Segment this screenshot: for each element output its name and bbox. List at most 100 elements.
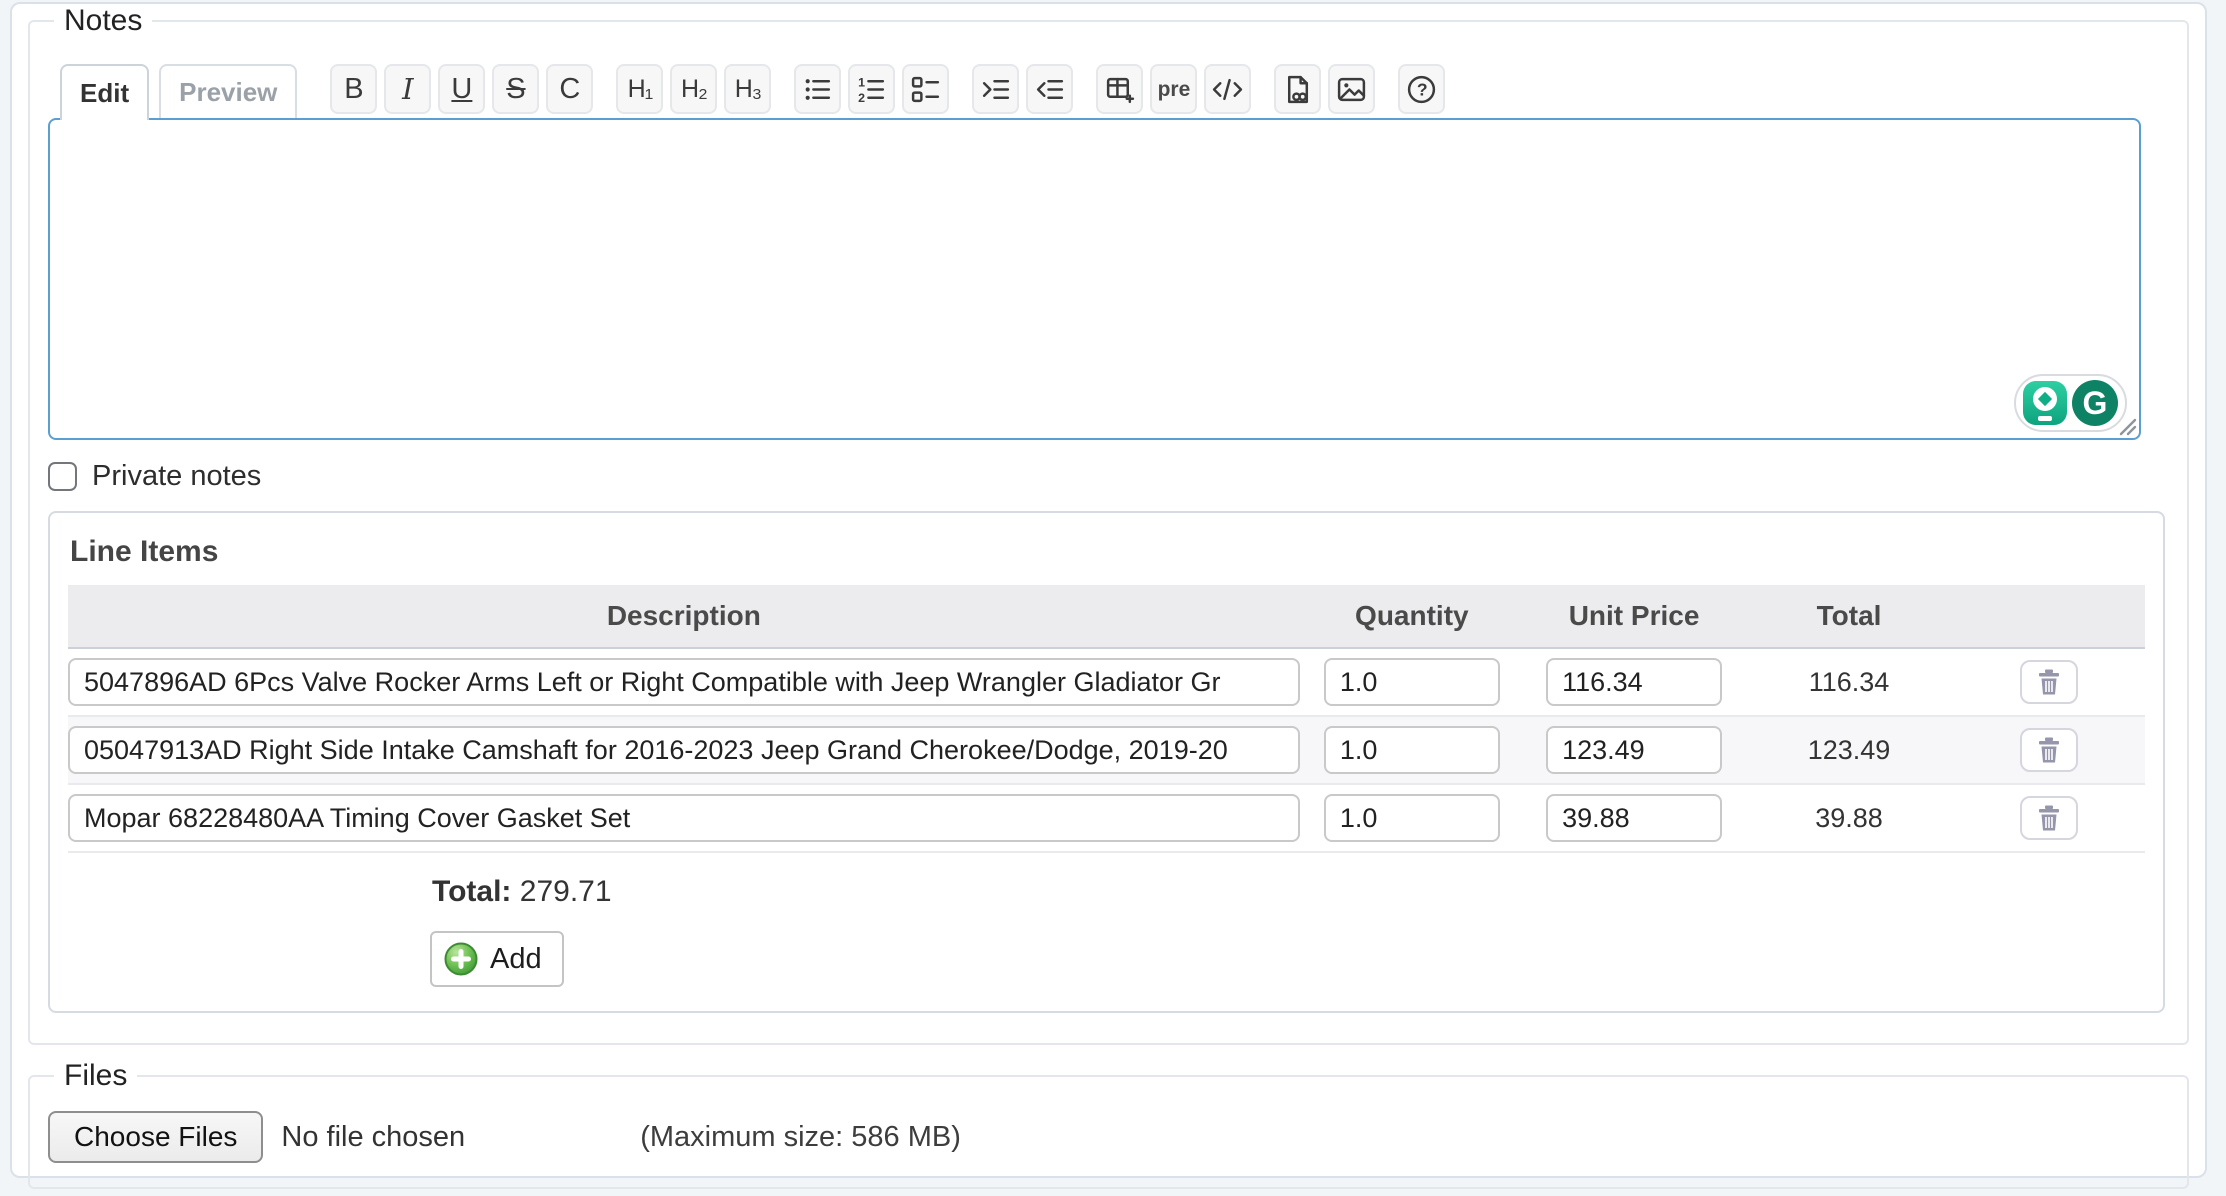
quantity-input[interactable] xyxy=(1324,794,1500,842)
line-item-row: 39.88 xyxy=(68,784,2145,852)
line-items-table: Description Quantity Unit Price Total 11… xyxy=(68,585,2145,853)
toolbar-group-help: ? xyxy=(1398,64,1445,114)
add-plus-icon xyxy=(443,941,479,977)
heading3-icon: H₃ xyxy=(735,77,761,102)
notes-textarea[interactable] xyxy=(50,120,2139,438)
trash-icon xyxy=(2036,668,2062,696)
help-icon: ? xyxy=(1406,74,1437,105)
description-input[interactable] xyxy=(68,794,1300,842)
unit-price-input[interactable] xyxy=(1546,658,1722,706)
heading2-icon: H₂ xyxy=(681,77,707,102)
line-items-total: Total: 279.71 xyxy=(432,875,2163,909)
delete-row-button[interactable] xyxy=(2020,728,2078,772)
add-line-item-button[interactable]: Add xyxy=(430,931,564,987)
quantity-input[interactable] xyxy=(1324,658,1500,706)
column-header-total: Total xyxy=(1744,585,1954,648)
strikethrough-button[interactable]: S xyxy=(492,64,539,114)
toolbar-group-lists: 1 2 xyxy=(794,64,949,114)
quantity-input[interactable] xyxy=(1324,726,1500,774)
svg-text:?: ? xyxy=(1417,79,1428,99)
inline-code-button[interactable]: C xyxy=(546,64,593,114)
ordered-list-icon: 1 2 xyxy=(856,74,887,105)
notes-legend: Notes xyxy=(54,4,152,38)
tab-preview[interactable]: Preview xyxy=(159,64,297,118)
unit-price-input[interactable] xyxy=(1546,726,1722,774)
line-item-row: 116.34 xyxy=(68,648,2145,716)
row-total: 39.88 xyxy=(1744,784,1954,852)
outdent-button[interactable] xyxy=(1026,64,1073,114)
preformatted-icon: pre xyxy=(1158,79,1191,100)
toolbar-group-blocks: pre xyxy=(1096,64,1251,114)
delete-row-button[interactable] xyxy=(2020,660,2078,704)
form-container: Notes Edit Preview B I U S C H₁ xyxy=(10,2,2207,1178)
total-label: Total: xyxy=(432,875,511,908)
italic-button[interactable]: I xyxy=(384,64,431,114)
editor-tab-bar: Edit Preview B I U S C H₁ H₂ H₃ xyxy=(60,64,2141,118)
column-header-unit-price: Unit Price xyxy=(1524,585,1744,648)
heading1-button[interactable]: H₁ xyxy=(616,64,663,114)
file-chosen-status: No file chosen xyxy=(281,1121,465,1154)
tab-edit[interactable]: Edit xyxy=(60,64,149,120)
max-size-hint: (Maximum size: 586 MB) xyxy=(640,1121,961,1154)
indent-icon xyxy=(980,74,1011,105)
file-upload-row: Choose Files No file chosen (Maximum siz… xyxy=(48,1111,2169,1163)
image-button[interactable] xyxy=(1328,64,1375,114)
resize-handle[interactable] xyxy=(2111,410,2137,436)
total-value: 279.71 xyxy=(520,875,612,908)
unit-price-input[interactable] xyxy=(1546,794,1722,842)
description-input[interactable] xyxy=(68,658,1300,706)
toolbar-group-text-style: B I U S C xyxy=(330,64,593,114)
row-total: 123.49 xyxy=(1744,716,1954,784)
outdent-icon xyxy=(1034,74,1065,105)
private-notes-row: Private notes xyxy=(48,460,2165,493)
underline-icon: U xyxy=(451,75,472,104)
svg-text:1: 1 xyxy=(858,75,865,89)
tab-edit-label: Edit xyxy=(80,78,129,109)
toolbar-group-headings: H₁ H₂ H₃ xyxy=(616,64,771,114)
help-button[interactable]: ? xyxy=(1398,64,1445,114)
preformatted-button[interactable]: pre xyxy=(1150,64,1197,114)
line-items-title: Line Items xyxy=(70,535,2163,569)
notes-editor-box: G xyxy=(48,118,2141,440)
column-header-description: Description xyxy=(68,585,1300,648)
files-legend: Files xyxy=(54,1059,137,1093)
notes-fieldset: Notes Edit Preview B I U S C H₁ xyxy=(28,4,2189,1045)
private-notes-checkbox[interactable] xyxy=(48,462,77,491)
row-total: 116.34 xyxy=(1744,648,1954,716)
bold-button[interactable]: B xyxy=(330,64,377,114)
files-fieldset: Files Choose Files No file chosen (Maxim… xyxy=(28,1059,2189,1189)
choose-files-button[interactable]: Choose Files xyxy=(48,1111,263,1163)
delete-row-button[interactable] xyxy=(2020,796,2078,840)
line-items-panel: Line Items Description Quantity Unit Pri… xyxy=(48,511,2165,1013)
description-input[interactable] xyxy=(68,726,1300,774)
task-list-button[interactable] xyxy=(902,64,949,114)
underline-button[interactable]: U xyxy=(438,64,485,114)
toolbar-group-media xyxy=(1274,64,1375,114)
insert-table-button[interactable] xyxy=(1096,64,1143,114)
tab-preview-label: Preview xyxy=(179,77,277,108)
ordered-list-button[interactable]: 1 2 xyxy=(848,64,895,114)
toolbar-group-indent xyxy=(972,64,1073,114)
add-button-label: Add xyxy=(490,943,542,976)
table-icon xyxy=(1104,74,1135,105)
svg-text:2: 2 xyxy=(858,90,865,104)
unordered-list-button[interactable] xyxy=(794,64,841,114)
grammarly-suggestions-icon[interactable] xyxy=(2023,381,2067,425)
link-document-icon xyxy=(1282,74,1313,105)
code-icon xyxy=(1212,74,1243,105)
heading3-button[interactable]: H₃ xyxy=(724,64,771,114)
line-item-row: 123.49 xyxy=(68,716,2145,784)
italic-icon: I xyxy=(402,75,413,104)
strikethrough-icon: S xyxy=(506,75,525,104)
code-block-button[interactable] xyxy=(1204,64,1251,114)
link-button[interactable] xyxy=(1274,64,1321,114)
indent-button[interactable] xyxy=(972,64,1019,114)
trash-icon xyxy=(2036,804,2062,832)
table-header-row: Description Quantity Unit Price Total xyxy=(68,585,2145,648)
heading2-button[interactable]: H₂ xyxy=(670,64,717,114)
trash-icon xyxy=(2036,736,2062,764)
inline-code-icon: C xyxy=(559,75,580,104)
column-header-actions xyxy=(1954,585,2145,648)
image-icon xyxy=(1336,74,1367,105)
wiki-editor: Edit Preview B I U S C H₁ H₂ H₃ xyxy=(48,64,2141,440)
